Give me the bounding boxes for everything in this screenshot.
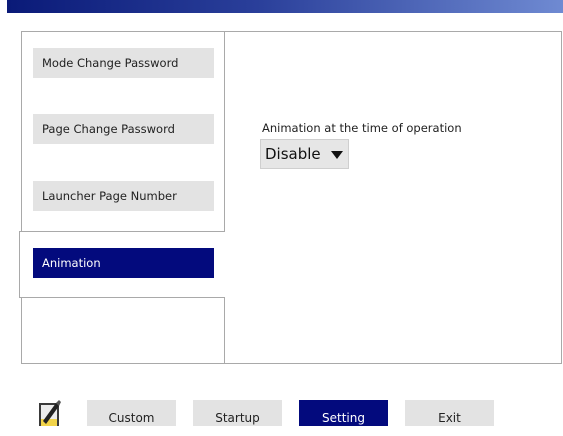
sidebar-item-mode-change-password[interactable]: Mode Change Password [33, 48, 214, 78]
sidebar-item-launcher-page-number[interactable]: Launcher Page Number [33, 181, 214, 211]
sidebar-item-animation[interactable]: Animation [33, 248, 214, 278]
dropdown-arrow-icon [331, 151, 343, 159]
animation-dropdown[interactable]: Disable [260, 139, 349, 169]
setting-button[interactable]: Setting [299, 400, 388, 426]
title-bar [7, 0, 563, 13]
panel-divider [224, 32, 225, 364]
edit-pencil-icon[interactable] [38, 399, 61, 426]
exit-button[interactable]: Exit [405, 400, 494, 426]
startup-button[interactable]: Startup [193, 400, 282, 426]
sidebar-item-page-change-password[interactable]: Page Change Password [33, 114, 214, 144]
animation-setting-label: Animation at the time of operation [262, 121, 462, 135]
dropdown-value: Disable [265, 145, 321, 163]
custom-button[interactable]: Custom [87, 400, 176, 426]
